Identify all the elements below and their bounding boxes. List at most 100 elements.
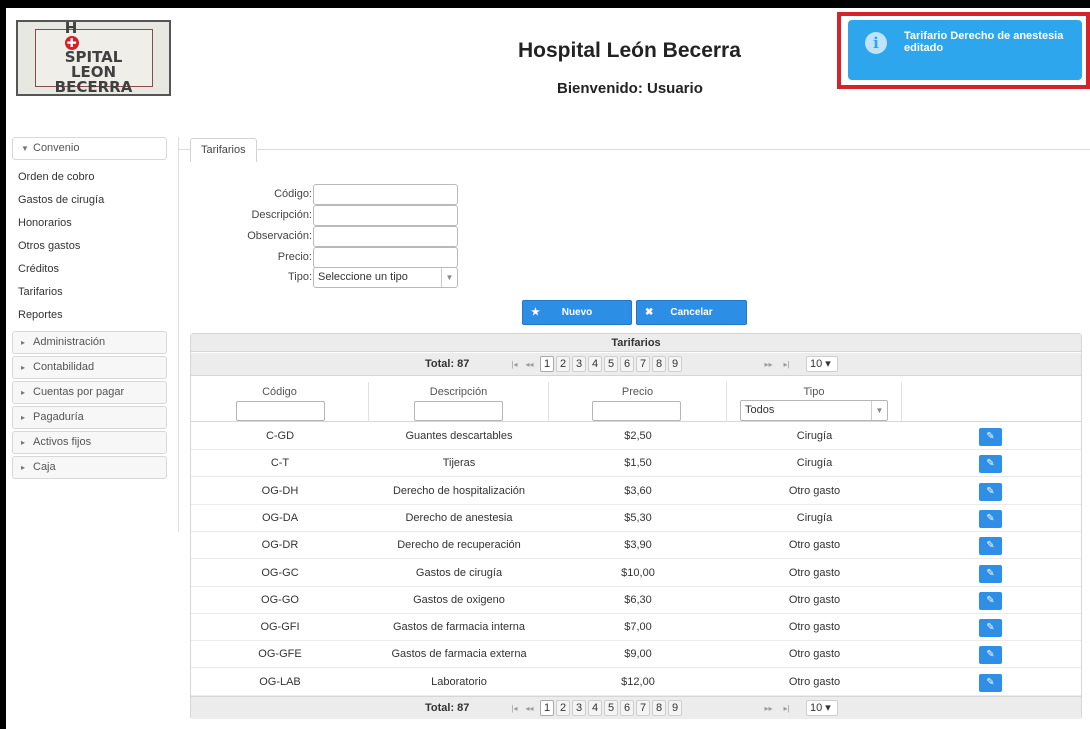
paginator-top: Total: 87 |◂ ◂◂ 1 2 3 4 5 6 7 8 9 ▸▸ ▸| … bbox=[191, 353, 1081, 376]
table-row: OG-DA Derecho de anestesia $5,30 Cirugía… bbox=[191, 505, 1081, 532]
sidebar-section-pagaduria[interactable]: ▸ Pagaduría bbox=[12, 406, 167, 429]
table-row: OG-GFI Gastos de farmacia interna $7,00 … bbox=[191, 614, 1081, 642]
cell-descripcion: Guantes descartables bbox=[405, 430, 513, 442]
cell-precio: $5,30 bbox=[624, 511, 652, 524]
page-button[interactable]: 7 bbox=[636, 700, 650, 716]
last-page-icon[interactable]: ▸| bbox=[781, 357, 792, 372]
cell-codigo: OG-GC bbox=[261, 566, 299, 579]
page-button[interactable]: 9 bbox=[668, 356, 682, 372]
cancelar-button[interactable]: ✖ Cancelar bbox=[636, 300, 747, 325]
rows-per-page-select[interactable]: 10 ▾ bbox=[806, 700, 838, 716]
rows-per-page-select[interactable]: 10 ▾ bbox=[806, 356, 838, 372]
edit-pencil-icon[interactable]: ✎ bbox=[979, 646, 1002, 665]
cell-codigo: OG-DA bbox=[261, 511, 299, 524]
window-left-border bbox=[0, 8, 6, 729]
codigo-input[interactable] bbox=[313, 184, 458, 205]
column-header-label: Tipo bbox=[803, 386, 825, 398]
edit-pencil-icon[interactable]: ✎ bbox=[979, 564, 1002, 583]
tipo-label: Tipo: bbox=[287, 271, 312, 283]
first-page-icon[interactable]: |◂ bbox=[509, 701, 520, 716]
table-row: OG-DR Derecho de recuperación $3,90 Otro… bbox=[191, 532, 1081, 560]
column-header-precio: Precio bbox=[549, 382, 727, 422]
page-button[interactable]: 6 bbox=[620, 700, 634, 716]
page-button[interactable]: 1 bbox=[540, 700, 554, 716]
tipo-filter-select[interactable]: Todos ▼ bbox=[740, 400, 888, 421]
sidebar-item-creditos[interactable]: Créditos bbox=[18, 258, 167, 281]
cell-codigo: C-T bbox=[270, 457, 290, 470]
window-top-border bbox=[0, 0, 1090, 8]
sidebar-item-gastos-de-cirugia[interactable]: Gastos de cirugía bbox=[18, 189, 167, 212]
edit-pencil-icon[interactable]: ✎ bbox=[979, 537, 1002, 556]
cell-codigo: C-GD bbox=[265, 430, 295, 442]
sidebar-section-label: Activos fijos bbox=[33, 436, 92, 448]
page-button[interactable]: 4 bbox=[588, 700, 602, 716]
hospital-logo: H ✚ SPITAL LEON BECERRA bbox=[16, 20, 171, 96]
sidebar-item-reportes[interactable]: Reportes bbox=[18, 304, 167, 327]
edit-pencil-icon[interactable]: ✎ bbox=[979, 482, 1002, 501]
edit-pencil-icon[interactable]: ✎ bbox=[979, 619, 1002, 638]
page-button[interactable]: 8 bbox=[652, 356, 666, 372]
page-button[interactable]: 1 bbox=[540, 356, 554, 372]
table-row: C-T Tijeras $1,50 Cirugía ✎ bbox=[191, 450, 1081, 478]
sidebar-item-tarifarios[interactable]: Tarifarios bbox=[18, 281, 167, 304]
cell-codigo: OG-DR bbox=[261, 539, 299, 552]
precio-filter-input[interactable] bbox=[592, 401, 681, 421]
page-button[interactable]: 5 bbox=[604, 700, 618, 716]
triangle-down-icon: ▼ bbox=[21, 144, 29, 153]
descripcion-filter-input[interactable] bbox=[414, 401, 503, 421]
page-button[interactable]: 9 bbox=[668, 700, 682, 716]
sidebar-item-otros-gastos[interactable]: Otros gastos bbox=[18, 235, 167, 258]
cell-descripcion: Derecho de hospitalización bbox=[392, 484, 526, 497]
edit-pencil-icon[interactable]: ✎ bbox=[979, 591, 1002, 610]
sidebar-section-administracion[interactable]: ▸ Administración bbox=[12, 331, 167, 354]
logo-text-line3: BECERRA bbox=[54, 78, 133, 96]
table-row: OG-DH Derecho de hospitalización $3,60 O… bbox=[191, 478, 1081, 505]
sidebar-section-activos-fijos[interactable]: ▸ Activos fijos bbox=[12, 431, 167, 454]
page-button[interactable]: 7 bbox=[636, 356, 650, 372]
page-button[interactable]: 5 bbox=[604, 356, 618, 372]
tipo-select[interactable]: Seleccione un tipo ▼ bbox=[313, 267, 458, 288]
toast-notification[interactable]: i Tarifario Derecho de anestesia editado bbox=[848, 20, 1082, 80]
edit-pencil-icon[interactable]: ✎ bbox=[979, 673, 1002, 692]
cell-precio: $10,00 bbox=[621, 566, 655, 579]
prev-page-icon[interactable]: ◂◂ bbox=[524, 357, 535, 372]
table-title: Tarifarios bbox=[191, 334, 1081, 352]
sidebar-section-cuentas-por-pagar[interactable]: ▸ Cuentas por pagar bbox=[12, 381, 167, 404]
observacion-label: Observación: bbox=[247, 230, 312, 242]
welcome-text: Bienvenido: Usuario bbox=[557, 80, 703, 97]
sidebar-section-convenio[interactable]: ▼ Convenio bbox=[12, 137, 167, 160]
sidebar-section-caja[interactable]: ▸ Caja bbox=[12, 456, 167, 479]
sidebar-divider bbox=[178, 137, 179, 532]
table-row: C-GD Guantes descartables $2,50 Cirugía … bbox=[191, 423, 1081, 450]
sidebar-section-contabilidad[interactable]: ▸ Contabilidad bbox=[12, 356, 167, 379]
cell-descripcion: Gastos de farmacia interna bbox=[392, 621, 526, 634]
prev-page-icon[interactable]: ◂◂ bbox=[524, 701, 535, 716]
descripcion-input[interactable] bbox=[313, 205, 458, 226]
tab-tarifarios[interactable]: Tarifarios bbox=[190, 138, 257, 162]
nuevo-button[interactable]: ★ Nuevo bbox=[522, 300, 632, 325]
cell-tipo: Cirugía bbox=[796, 430, 833, 442]
sidebar-item-orden-de-cobro[interactable]: Orden de cobro bbox=[18, 166, 167, 189]
precio-row: Precio: bbox=[190, 247, 312, 267]
edit-pencil-icon[interactable]: ✎ bbox=[979, 455, 1002, 474]
page-button[interactable]: 3 bbox=[572, 700, 586, 716]
sidebar-item-honorarios[interactable]: Honorarios bbox=[18, 212, 167, 235]
page-button[interactable]: 8 bbox=[652, 700, 666, 716]
edit-pencil-icon[interactable]: ✎ bbox=[979, 509, 1002, 528]
precio-input[interactable] bbox=[313, 247, 458, 268]
sidebar-section-label: Caja bbox=[33, 461, 56, 473]
last-page-icon[interactable]: ▸| bbox=[781, 701, 792, 716]
edit-pencil-icon[interactable]: ✎ bbox=[979, 428, 1002, 446]
next-page-icon[interactable]: ▸▸ bbox=[763, 357, 774, 372]
nuevo-button-label: Nuevo bbox=[561, 307, 593, 318]
codigo-filter-input[interactable] bbox=[236, 401, 325, 421]
observacion-input[interactable] bbox=[313, 226, 458, 247]
cell-tipo: Otro gasto bbox=[788, 593, 841, 606]
page-button[interactable]: 3 bbox=[572, 356, 586, 372]
first-page-icon[interactable]: |◂ bbox=[509, 357, 520, 372]
page-button[interactable]: 2 bbox=[556, 356, 570, 372]
page-button[interactable]: 4 bbox=[588, 356, 602, 372]
page-button[interactable]: 2 bbox=[556, 700, 570, 716]
next-page-icon[interactable]: ▸▸ bbox=[763, 701, 774, 716]
page-button[interactable]: 6 bbox=[620, 356, 634, 372]
